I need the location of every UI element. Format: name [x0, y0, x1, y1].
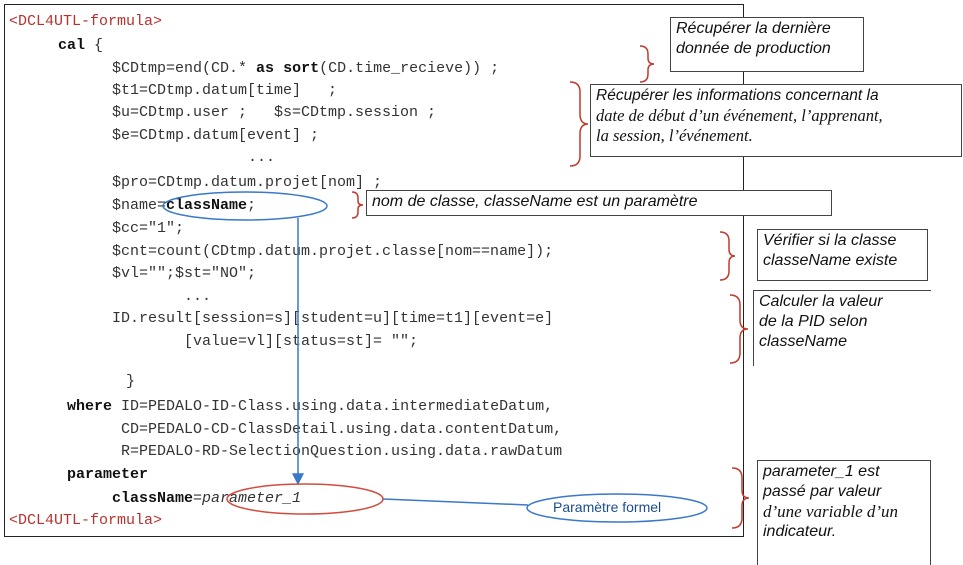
note-last-data: Récupérer la dernière donnée de producti… [670, 17, 864, 72]
note-2-line-3: la session, l’événement. [596, 126, 753, 145]
parameter-ellipse [226, 483, 384, 515]
note-4-line-1: Vérifier si la classe [763, 232, 897, 249]
note-parameter: parameter_1 est passé par valeur d’une v… [757, 460, 931, 565]
note-4-line-2: classeName existe [763, 252, 898, 269]
note-5-line-2: de la PID selon [759, 313, 868, 330]
note-6-line-1: parameter_1 est [763, 463, 880, 480]
bracket-1 [639, 45, 655, 83]
note-2-line-2: date de début d’un événement, l’apprenan… [596, 106, 883, 125]
bracket-2 [569, 81, 589, 167]
note-6-line-3: d’une variable d’un [763, 502, 899, 521]
bracket-6 [731, 467, 750, 529]
bracket-3 [351, 191, 364, 219]
note-3-text: nom de classe, classeName est un paramèt… [372, 193, 698, 210]
bracket-5 [729, 294, 749, 364]
note-1-line-2: donnée de production [676, 40, 831, 57]
note-6-line-4: indicateur. [763, 523, 837, 540]
note-info: Récupérer les informations concernant la… [590, 84, 962, 157]
formal-param-line [382, 498, 529, 506]
note-classname: nom de classe, classeName est un paramèt… [366, 190, 832, 216]
note-check: Vérifier si la classe classeName existe [757, 229, 928, 281]
note-2-title: Récupérer les informations concernant la [596, 87, 879, 104]
note-compute: Calculer la valeur de la PID selon class… [753, 290, 931, 366]
note-6-line-2: passé par valeur [763, 483, 882, 500]
formal-param-label: Paramètre formel [553, 499, 662, 515]
classname-ellipse [162, 191, 328, 221]
note-1-line-1: Récupérer la dernière [676, 20, 831, 37]
note-5-line-3: classeName [759, 333, 848, 350]
note-5-line-1: Calculer la valeur [759, 293, 883, 310]
bracket-4 [719, 231, 736, 281]
